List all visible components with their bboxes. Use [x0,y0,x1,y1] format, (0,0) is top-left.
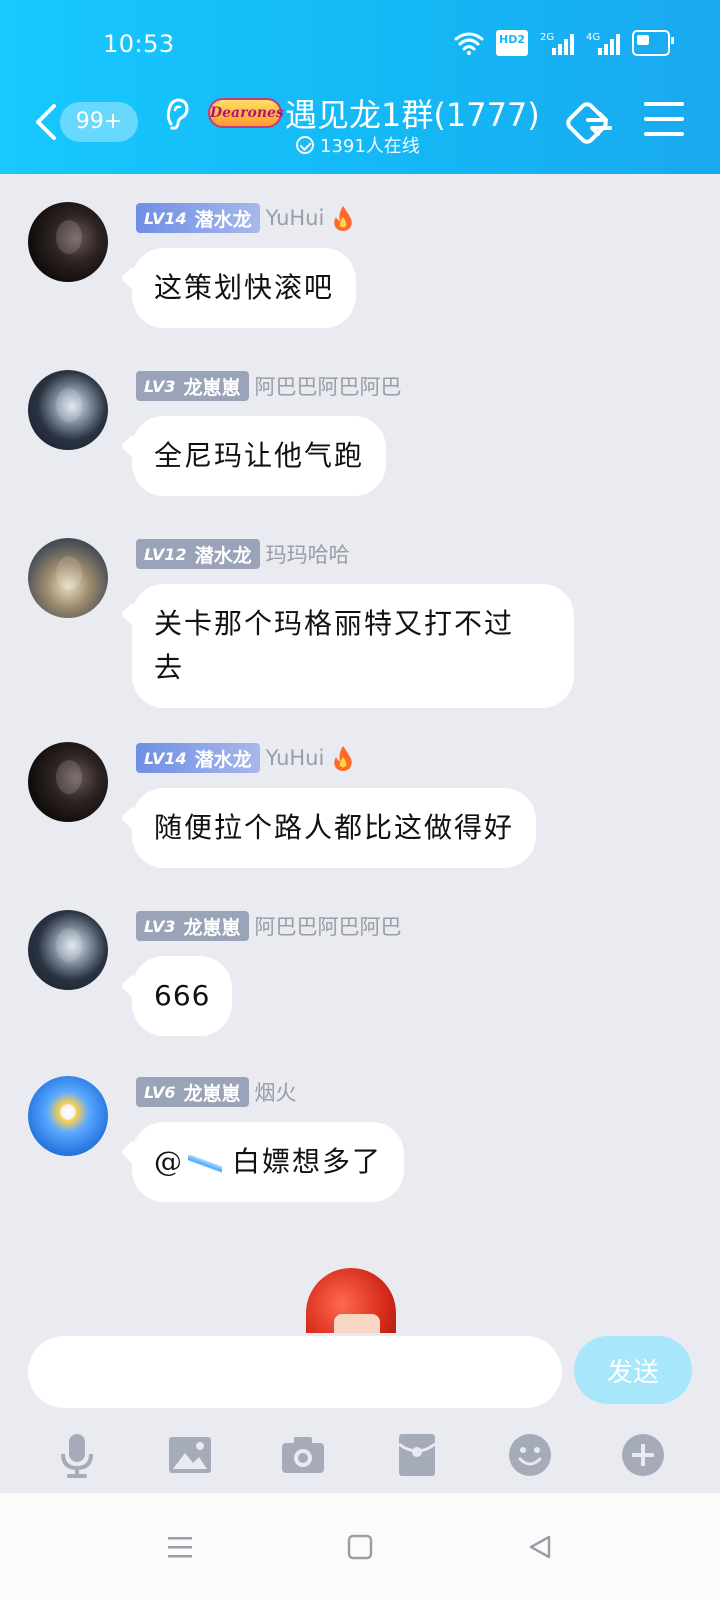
level-title: 龙崽崽 [183,916,241,939]
message-text-line: 关卡那个玛格丽特又打不过 [154,607,515,640]
level-label: LV12 [144,544,187,564]
signal-4g-label: 4G [586,32,600,43]
chat-header: 10:53 HD2 2G 4G 99+ Dearones 遇见龙1群(1777)… [0,0,720,174]
signal-2g-label: 2G [540,32,554,43]
recent-apps-icon[interactable] [150,1517,210,1577]
group-title[interactable]: 遇见龙1群(1777) [285,90,540,136]
microphone-icon[interactable] [52,1430,102,1480]
message-bubble[interactable]: 全尼玛让他气跑 [132,416,387,496]
sender-meta: LV14 潜水龙 YuHui [136,742,356,774]
level-title: 龙崽崽 [183,1082,241,1105]
level-title: 潜水龙 [194,208,252,231]
signal-2g-icon: 2G [540,32,574,55]
level-label: LV14 [144,748,187,768]
ear-icon[interactable] [163,96,191,132]
wifi-icon [454,32,484,55]
image-icon[interactable] [165,1430,215,1480]
mention-emoji-icon [188,1154,222,1173]
status-time: 10:53 [103,30,175,58]
red-packet-icon[interactable] [392,1430,442,1480]
battery-icon [632,30,674,56]
sender-nickname[interactable]: 烟火 [255,1077,297,1107]
plus-icon[interactable] [618,1430,668,1480]
fire-icon [334,206,353,231]
online-count: 1391人在线 [320,136,420,157]
menu-icon[interactable] [644,102,684,138]
message-bubble[interactable]: @ 白嫖想多了 [132,1122,405,1202]
input-toolbar [0,1417,720,1493]
avatar[interactable] [28,370,108,450]
sender-nickname[interactable]: YuHui [266,206,325,230]
sender-meta: LV12 潜水龙 玛玛哈哈 [136,538,350,570]
message-input[interactable] [28,1336,562,1408]
mention-at[interactable]: @ [154,1145,184,1178]
message-text: 白嫖想多了 [232,1145,383,1178]
sender-meta: LV14 潜水龙 YuHui [136,202,356,234]
avatar[interactable] [28,742,108,822]
avatar[interactable] [28,538,108,618]
emoji-icon[interactable] [505,1430,555,1480]
switch-group-icon[interactable] [566,98,618,148]
system-nav-bar [0,1493,720,1600]
message-bubble[interactable]: 这策划快滚吧 [132,248,357,328]
level-badge: LV3 龙崽崽 [136,371,249,401]
avatar[interactable] [28,1076,108,1156]
level-badge: LV12 潜水龙 [136,539,260,569]
unread-count-badge[interactable]: 99+ [60,102,138,142]
level-label: LV14 [144,208,187,228]
avatar[interactable] [28,202,108,282]
avatar[interactable] [28,910,108,990]
back-arrow-icon[interactable] [30,100,60,144]
level-label: LV6 [144,1082,176,1102]
sender-meta: LV6 龙崽崽 烟火 [136,1076,297,1108]
level-badge: LV6 龙崽崽 [136,1077,249,1107]
hd-icon: HD2 [496,30,528,56]
sender-nickname[interactable]: 阿巴巴阿巴阿巴 [255,911,402,941]
brand-logo-text: Dearones [210,105,284,121]
home-icon[interactable] [330,1517,390,1577]
sender-nickname[interactable]: 玛玛哈哈 [266,539,350,569]
level-badge: LV14 潜水龙 [136,203,260,233]
level-badge: LV3 龙崽崽 [136,911,249,941]
fire-icon [334,746,353,771]
level-label: LV3 [144,916,176,936]
sender-meta: LV3 龙崽崽 阿巴巴阿巴阿巴 [136,910,402,942]
nav-bar: 99+ Dearones 遇见龙1群(1777) 1391人在线 [0,90,720,174]
status-icons: HD2 2G 4G [454,30,674,56]
online-check-icon [296,136,314,154]
online-status: 1391人在线 [296,132,420,158]
camera-icon[interactable] [278,1430,328,1480]
message-bubble[interactable]: 随便拉个路人都比这做得好 [132,788,537,868]
sender-nickname[interactable]: YuHui [266,746,325,770]
brand-logo: Dearones [208,98,284,128]
back-icon[interactable] [510,1517,570,1577]
sender-meta: LV3 龙崽崽 阿巴巴阿巴阿巴 [136,370,402,402]
input-area: 发送 [0,1333,720,1493]
message-bubble[interactable]: 关卡那个玛格丽特又打不过 去 [132,584,574,708]
status-bar: 10:53 HD2 2G 4G [0,0,720,90]
message-text-line: 去 [154,651,185,684]
send-button[interactable]: 发送 [574,1336,692,1404]
sender-nickname[interactable]: 阿巴巴阿巴阿巴 [255,371,402,401]
level-title: 潜水龙 [194,544,252,567]
level-badge: LV14 潜水龙 [136,743,260,773]
level-label: LV3 [144,376,176,396]
signal-4g-icon: 4G [586,32,620,55]
level-title: 潜水龙 [194,748,252,771]
level-title: 龙崽崽 [183,376,241,399]
message-bubble[interactable]: 666 [132,956,233,1036]
chat-messages[interactable]: LV14 潜水龙 YuHui 这策划快滚吧 LV3 龙崽崽 阿巴巴阿巴阿巴 全尼… [0,174,720,1359]
